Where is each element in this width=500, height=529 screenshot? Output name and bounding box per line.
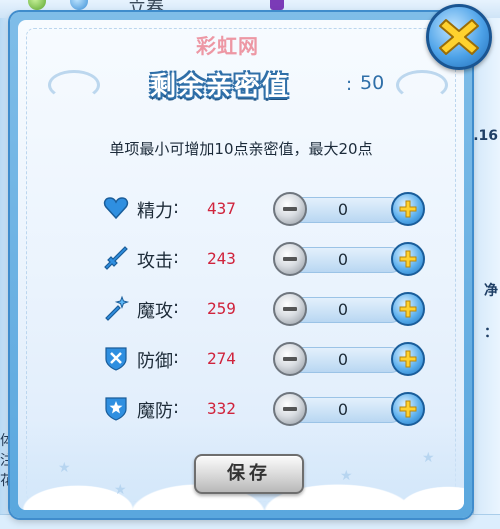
stat-label: 防御 (137, 351, 173, 372)
stat-label: 魔攻 (137, 301, 173, 322)
minus-icon (283, 207, 297, 211)
stat-row-defense: 防御 : 274 0 (103, 339, 425, 379)
stat-value: 259 (207, 299, 236, 318)
minus-icon (283, 407, 297, 411)
stat-row-magic-attack: 魔攻 : 259 0 (103, 289, 425, 329)
swirl-decoration-icon (48, 70, 100, 100)
increase-magic-defense-button[interactable] (391, 392, 425, 426)
dialog-title-bar: 剩余亲密值 : 50 (48, 62, 448, 108)
plus-icon (399, 200, 417, 218)
star-icon: ★ (114, 482, 127, 498)
stat-value: 437 (207, 199, 236, 218)
swirl-decoration-icon (396, 70, 448, 100)
star-shield-icon (105, 397, 127, 421)
plus-icon (399, 400, 417, 418)
decrease-defense-button[interactable] (273, 342, 307, 376)
intimacy-dialog: ★ ★ ★ ★ 剩余亲密值 : 50 单项最小可增加10点亲密值，最大20点 精… (10, 12, 472, 518)
stat-colon: : (173, 297, 180, 318)
minus-icon (283, 307, 297, 311)
increase-defense-button[interactable] (391, 342, 425, 376)
save-button[interactable]: 保存 (194, 454, 304, 494)
decrease-magic-attack-button[interactable] (273, 292, 307, 326)
title-separator: : (346, 74, 353, 95)
stat-value: 274 (207, 349, 236, 368)
increase-magic-attack-button[interactable] (391, 292, 425, 326)
purple-gem-icon (270, 0, 284, 10)
remaining-intimacy-value: 50 (360, 72, 385, 94)
stat-colon: : (173, 247, 180, 268)
decrease-magic-defense-button[interactable] (273, 392, 307, 426)
minus-icon (283, 357, 297, 361)
close-icon (439, 19, 479, 55)
shield-icon (105, 347, 127, 371)
minus-icon (283, 257, 297, 261)
stat-colon: : (173, 347, 180, 368)
plus-icon (399, 350, 417, 368)
dialog-panel: ★ ★ ★ ★ 剩余亲密值 : 50 单项最小可增加10点亲密值，最大20点 精… (18, 20, 464, 510)
magic-wand-icon (105, 295, 129, 321)
blue-orb-icon (70, 0, 88, 10)
stat-value: 243 (207, 249, 236, 268)
background-right-panel: R.16 净 ： (462, 18, 500, 529)
green-orb-icon (28, 0, 46, 10)
heart-icon (103, 197, 129, 220)
stat-label: 魔防 (137, 401, 173, 422)
decrease-energy-button[interactable] (273, 192, 307, 226)
star-icon: ★ (58, 460, 71, 476)
background-right-text: 净 (484, 283, 498, 299)
increase-energy-button[interactable] (391, 192, 425, 226)
star-icon: ★ (422, 450, 435, 466)
stat-value: 332 (207, 399, 236, 418)
close-button[interactable] (426, 4, 492, 70)
star-icon: ★ (340, 468, 353, 484)
plus-icon (399, 250, 417, 268)
dialog-title: 剩余亲密值 (150, 72, 291, 102)
background-right-text: ： (484, 325, 498, 341)
stat-row-magic-defense: 魔防 : 332 0 (103, 389, 425, 429)
decrease-attack-button[interactable] (273, 242, 307, 276)
plus-icon (399, 300, 417, 318)
stat-row-attack: 攻击 : 243 0 (103, 239, 425, 279)
stat-colon: : (173, 397, 180, 418)
attack-icon (104, 246, 128, 270)
stat-colon: : (173, 197, 180, 218)
watermark-logo: 彩虹网 (196, 34, 259, 58)
increase-attack-button[interactable] (391, 242, 425, 276)
instruction-text: 单项最小可增加10点亲密值，最大20点 (109, 140, 373, 158)
stat-row-energy: 精力 : 437 0 (103, 189, 425, 229)
stat-label: 攻击 (137, 251, 173, 272)
stat-label: 精力 (137, 201, 173, 222)
